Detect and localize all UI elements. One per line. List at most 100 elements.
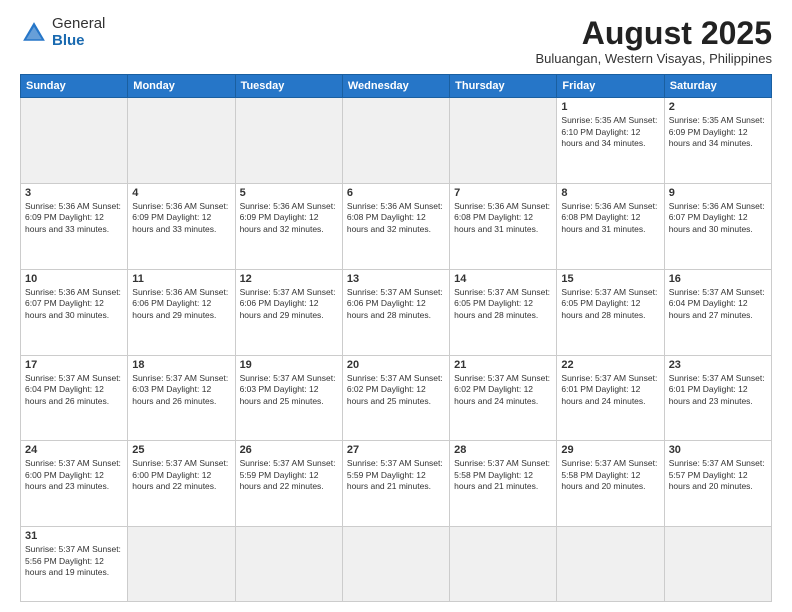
day-number: 1	[561, 101, 659, 113]
calendar-table: SundayMondayTuesdayWednesdayThursdayFrid…	[20, 74, 772, 602]
calendar-header-tuesday: Tuesday	[235, 75, 342, 98]
day-info: Sunrise: 5:37 AM Sunset: 5:59 PM Dayligh…	[347, 458, 445, 492]
logo-icon	[20, 19, 48, 47]
day-number: 5	[240, 187, 338, 199]
day-number: 22	[561, 359, 659, 371]
calendar-cell	[664, 527, 771, 602]
calendar-week-4: 17Sunrise: 5:37 AM Sunset: 6:04 PM Dayli…	[21, 355, 772, 441]
day-info: Sunrise: 5:37 AM Sunset: 6:00 PM Dayligh…	[132, 458, 230, 492]
day-number: 30	[669, 444, 767, 456]
calendar-header-row: SundayMondayTuesdayWednesdayThursdayFrid…	[21, 75, 772, 98]
day-info: Sunrise: 5:37 AM Sunset: 5:58 PM Dayligh…	[561, 458, 659, 492]
day-number: 10	[25, 273, 123, 285]
calendar-header-monday: Monday	[128, 75, 235, 98]
calendar-cell: 28Sunrise: 5:37 AM Sunset: 5:58 PM Dayli…	[450, 441, 557, 527]
day-number: 3	[25, 187, 123, 199]
calendar-cell	[21, 98, 128, 184]
day-info: Sunrise: 5:37 AM Sunset: 6:02 PM Dayligh…	[347, 373, 445, 407]
calendar-header-wednesday: Wednesday	[342, 75, 449, 98]
day-info: Sunrise: 5:37 AM Sunset: 5:59 PM Dayligh…	[240, 458, 338, 492]
day-info: Sunrise: 5:37 AM Sunset: 5:56 PM Dayligh…	[25, 544, 123, 578]
calendar-week-1: 1 Sunrise: 5:35 AM Sunset: 6:10 PM Daylig…	[21, 98, 772, 184]
day-info: Sunrise: 5:36 AM Sunset: 6:08 PM Dayligh…	[561, 201, 659, 235]
day-info: Sunrise: 5:37 AM Sunset: 6:05 PM Dayligh…	[454, 287, 552, 321]
day-number: 29	[561, 444, 659, 456]
day-info: Sunrise: 5:36 AM Sunset: 6:07 PM Dayligh…	[25, 287, 123, 321]
day-info: Sunrise: 5:37 AM Sunset: 5:57 PM Dayligh…	[669, 458, 767, 492]
calendar-cell: 31 Sunrise: 5:37 AM Sunset: 5:56 PM Dayli…	[21, 527, 128, 602]
calendar-cell	[235, 98, 342, 184]
day-info: Sunrise: 5:35 AM Sunset: 6:10 PM Dayligh…	[561, 115, 659, 149]
calendar-week-3: 10 Sunrise: 5:36 AM Sunset: 6:07 PM Dayli…	[21, 269, 772, 355]
day-info: Sunrise: 5:36 AM Sunset: 6:09 PM Dayligh…	[240, 201, 338, 235]
calendar-cell: 20 Sunrise: 5:37 AM Sunset: 6:02 PM Dayli…	[342, 355, 449, 441]
day-number: 8	[561, 187, 659, 199]
calendar-cell: 6Sunrise: 5:36 AM Sunset: 6:08 PM Daylig…	[342, 183, 449, 269]
day-info: Sunrise: 5:36 AM Sunset: 6:06 PM Dayligh…	[132, 287, 230, 321]
logo: General Blue	[20, 16, 105, 49]
day-number: 28	[454, 444, 552, 456]
calendar-cell: 9 Sunrise: 5:36 AM Sunset: 6:07 PM Daylig…	[664, 183, 771, 269]
month-year: August 2025	[535, 16, 772, 51]
day-number: 9	[669, 187, 767, 199]
day-info: Sunrise: 5:37 AM Sunset: 6:01 PM Dayligh…	[669, 373, 767, 407]
logo-text: General Blue	[52, 16, 105, 49]
day-number: 7	[454, 187, 552, 199]
calendar-cell	[557, 527, 664, 602]
calendar-cell: 12Sunrise: 5:37 AM Sunset: 6:06 PM Dayli…	[235, 269, 342, 355]
calendar-cell	[450, 527, 557, 602]
calendar-cell: 26 Sunrise: 5:37 AM Sunset: 5:59 PM Dayli…	[235, 441, 342, 527]
day-info: Sunrise: 5:37 AM Sunset: 6:04 PM Dayligh…	[669, 287, 767, 321]
calendar-cell: 24Sunrise: 5:37 AM Sunset: 6:00 PM Dayli…	[21, 441, 128, 527]
calendar-cell: 14 Sunrise: 5:37 AM Sunset: 6:05 PM Dayli…	[450, 269, 557, 355]
calendar-week-6: 31 Sunrise: 5:37 AM Sunset: 5:56 PM Dayli…	[21, 527, 772, 602]
day-number: 20	[347, 359, 445, 371]
calendar-week-5: 24 Sunrise: 5:37 AM Sunset: 6:00 PM Dayli…	[21, 441, 772, 527]
calendar-cell	[128, 527, 235, 602]
day-info: Sunrise: 5:36 AM Sunset: 6:07 PM Dayligh…	[669, 201, 767, 235]
day-number: 23	[669, 359, 767, 371]
day-info: Sunrise: 5:37 AM Sunset: 6:02 PM Dayligh…	[454, 373, 552, 407]
day-info: Sunrise: 5:37 AM Sunset: 6:04 PM Dayligh…	[25, 373, 123, 407]
day-number: 25	[132, 444, 230, 456]
day-number: 6	[347, 187, 445, 199]
calendar-cell: 7 Sunrise: 5:36 AM Sunset: 6:08 PM Daylig…	[450, 183, 557, 269]
title-area: August 2025 Buluangan, Western Visayas, …	[535, 16, 772, 66]
day-info: Sunrise: 5:37 AM Sunset: 6:06 PM Dayligh…	[347, 287, 445, 321]
day-info: Sunrise: 5:36 AM Sunset: 6:08 PM Dayligh…	[454, 201, 552, 235]
day-number: 18	[132, 359, 230, 371]
calendar-header-saturday: Saturday	[664, 75, 771, 98]
calendar-cell: 1 Sunrise: 5:35 AM Sunset: 6:10 PM Daylig…	[557, 98, 664, 184]
day-number: 14	[454, 273, 552, 285]
calendar-cell: 30 Sunrise: 5:37 AM Sunset: 5:57 PM Dayli…	[664, 441, 771, 527]
day-number: 24	[25, 444, 123, 456]
day-number: 16	[669, 273, 767, 285]
calendar-cell: 5 Sunrise: 5:36 AM Sunset: 6:09 PM Daylig…	[235, 183, 342, 269]
location: Buluangan, Western Visayas, Philippines	[535, 51, 772, 66]
calendar-cell: 19 Sunrise: 5:37 AM Sunset: 6:03 PM Dayli…	[235, 355, 342, 441]
day-number: 2	[669, 101, 767, 113]
day-info: Sunrise: 5:37 AM Sunset: 6:06 PM Dayligh…	[240, 287, 338, 321]
calendar-cell: 10 Sunrise: 5:36 AM Sunset: 6:07 PM Dayli…	[21, 269, 128, 355]
day-number: 26	[240, 444, 338, 456]
calendar-cell: 21 Sunrise: 5:37 AM Sunset: 6:02 PM Dayli…	[450, 355, 557, 441]
calendar-cell	[128, 98, 235, 184]
day-number: 19	[240, 359, 338, 371]
calendar-cell: 3Sunrise: 5:36 AM Sunset: 6:09 PM Daylig…	[21, 183, 128, 269]
calendar-cell: 18Sunrise: 5:37 AM Sunset: 6:03 PM Dayli…	[128, 355, 235, 441]
day-number: 31	[25, 530, 123, 542]
calendar-cell: 17Sunrise: 5:37 AM Sunset: 6:04 PM Dayli…	[21, 355, 128, 441]
day-info: Sunrise: 5:35 AM Sunset: 6:09 PM Dayligh…	[669, 115, 767, 149]
day-number: 21	[454, 359, 552, 371]
calendar-cell: 22 Sunrise: 5:37 AM Sunset: 6:01 PM Dayli…	[557, 355, 664, 441]
calendar-cell: 2 Sunrise: 5:35 AM Sunset: 6:09 PM Daylig…	[664, 98, 771, 184]
calendar-cell	[342, 527, 449, 602]
calendar-header-friday: Friday	[557, 75, 664, 98]
calendar-cell	[342, 98, 449, 184]
day-number: 15	[561, 273, 659, 285]
day-info: Sunrise: 5:36 AM Sunset: 6:09 PM Dayligh…	[132, 201, 230, 235]
day-info: Sunrise: 5:37 AM Sunset: 6:03 PM Dayligh…	[240, 373, 338, 407]
calendar-cell	[450, 98, 557, 184]
day-info: Sunrise: 5:37 AM Sunset: 6:01 PM Dayligh…	[561, 373, 659, 407]
calendar-cell: 13Sunrise: 5:37 AM Sunset: 6:06 PM Dayli…	[342, 269, 449, 355]
